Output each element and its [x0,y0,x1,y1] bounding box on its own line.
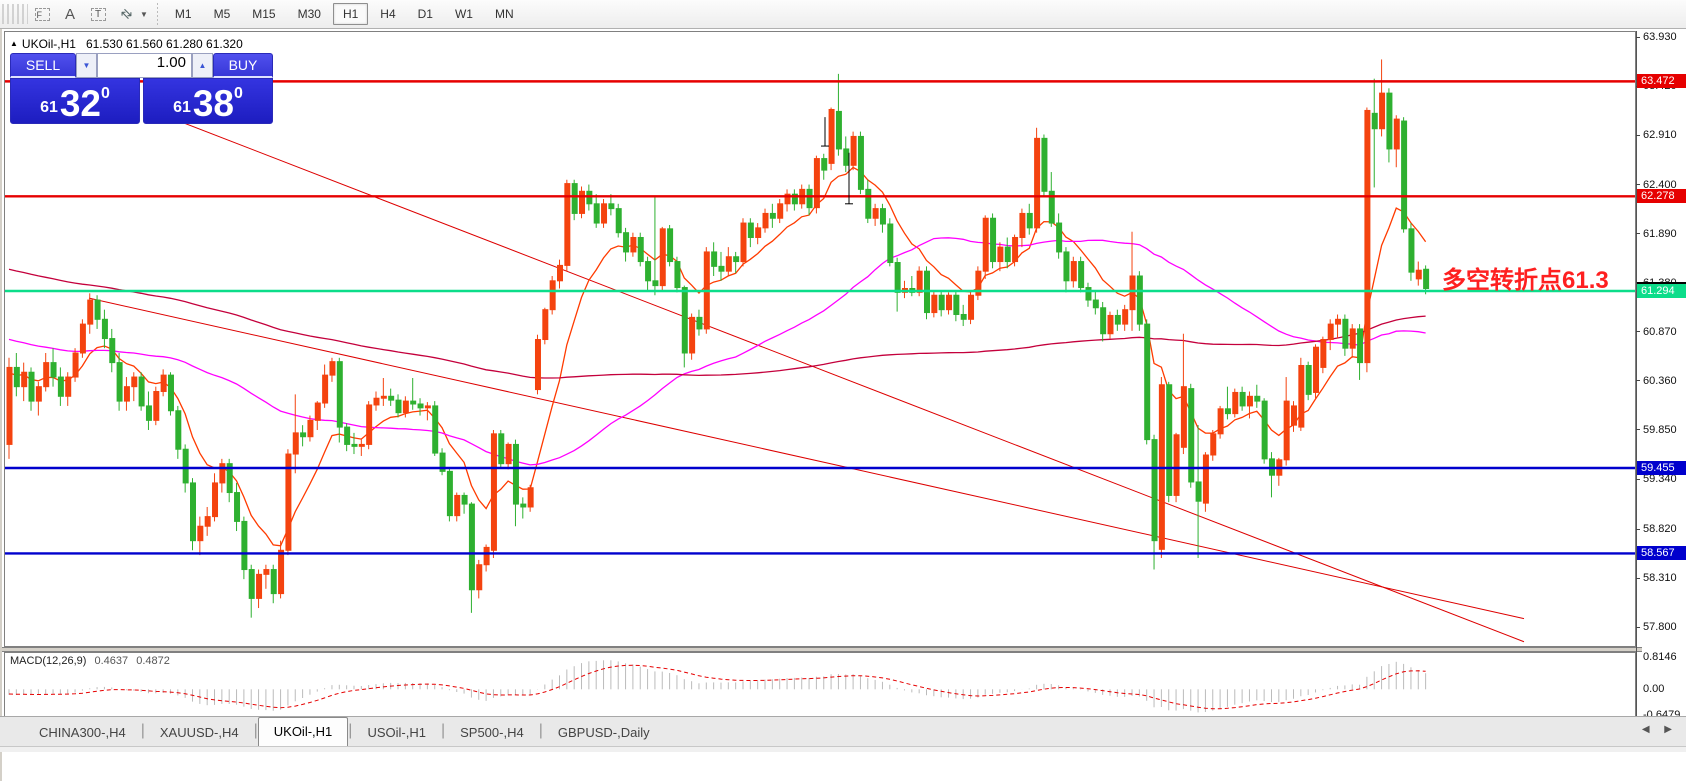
tab-scroll-right-icon[interactable]: ▶ [1664,724,1672,735]
volume-decrease-button[interactable]: ▼ [76,53,97,78]
timeframe-button-mn[interactable]: MN [485,3,524,25]
chevron-down-icon[interactable]: ▼ [140,10,148,19]
y-axis-tick-mark [1636,331,1640,333]
y-axis-tick-mark [1636,36,1640,38]
macd-histogram [8,660,1427,713]
draw-tools-icon[interactable]: ⇄ [113,3,139,25]
status-strip [0,746,1686,752]
y-axis-tick-mark [1636,626,1640,628]
symbol-header: ▲ UKOil-,H1 61.530 61.560 61.280 61.320 [10,37,243,51]
tab-china300-h4[interactable]: CHINA300-,H4 [24,720,141,746]
timeframe-button-m5[interactable]: M5 [204,3,241,25]
tab-gbpusd-daily[interactable]: GBPUSD-,Daily [543,720,665,746]
y-axis-tick: 60.360 [1643,374,1677,387]
y-axis-tick-mark [1636,528,1640,530]
candles [6,59,1430,618]
tab-ukoil-h1[interactable]: UKOil-,H1 [257,717,349,746]
trend-line [88,297,1525,620]
macd-axis-tick: 0.00 [1643,683,1665,696]
timeframe-button-m1[interactable]: M1 [165,3,202,25]
level-price-tag: 58.567 [1637,546,1686,561]
macd-value-main: 0.4637 [94,655,129,667]
timeframe-button-d1[interactable]: D1 [408,3,443,25]
y-axis-tick: 63.930 [1643,31,1677,44]
level-price-tag: 63.472 [1637,74,1686,89]
sell-button[interactable]: SELL [10,53,76,78]
symbol-collapse-icon[interactable]: ▲ [10,39,18,48]
symbol-ohlc-values: 61.530 61.560 61.280 61.320 [85,37,243,51]
sell-price-main: 32 [59,83,102,125]
macd-axis-tick: 0.8146 [1643,650,1677,663]
timeframe-button-m30[interactable]: M30 [288,3,331,25]
text-box-icon[interactable]: T [85,3,111,25]
y-axis-tick: 62.910 [1643,129,1677,142]
level-price-tag: 62.278 [1637,189,1686,204]
chart-tab-bar: CHINA300-,H4 | XAUUSD-,H4 | UKOil-,H1 | USOil-… [0,716,1686,746]
buy-button[interactable]: BUY [213,53,273,78]
sell-price-prefix: 61 [40,99,58,116]
y-axis-tick: 57.800 [1643,621,1677,634]
y-axis-tick: 61.890 [1643,227,1677,240]
buy-price-main: 38 [192,83,235,125]
y-axis-tick-mark [1636,577,1640,579]
timeframe-button-h4[interactable]: H4 [370,3,405,25]
sell-price-pip: 0 [101,85,110,102]
macd-indicator-label: MACD(12,26,9) 0.4637 0.4872 [10,655,175,667]
symbol-name: UKOil-,H1 [21,37,76,51]
tab-usoil-h1[interactable]: USOil-,H1 [352,720,441,746]
tab-scroll-left-icon[interactable]: ◀ [1642,724,1650,735]
y-axis-tick: 60.870 [1643,325,1677,338]
macd-title: MACD(12,26,9) [10,655,87,667]
chart-window: ▲ UKOil-,H1 61.530 61.560 61.280 61.320 SE… [0,29,1686,781]
buy-price-button[interactable]: 61 38 0 [143,78,273,124]
y-axis-tick: 58.310 [1643,572,1677,585]
volume-input[interactable]: 1.00 [97,53,192,78]
tab-xauusd-h4[interactable]: XAUUSD-,H4 [145,720,254,746]
trade-panel: SELL ▼ 1.00 ▲ BUY 61 32 0 61 38 0 [10,53,273,124]
y-axis-tick-mark [1636,233,1640,235]
y-axis-tick-mark [1636,134,1640,136]
macd-chart-canvas[interactable] [4,652,1636,723]
y-axis-tick: 58.820 [1643,523,1677,536]
text-label-icon[interactable]: A [57,3,83,25]
y-axis-tick-mark [1636,380,1640,382]
level-price-tag: 61.294 [1637,284,1686,298]
toolbar-grip[interactable] [2,4,28,24]
y-axis-tick-mark [1636,184,1640,186]
y-axis-tick-mark [1636,478,1640,480]
macd-value-signal: 0.4872 [136,655,170,667]
tab-sp500-h4[interactable]: SP500-,H4 [445,720,539,746]
y-axis-tick-mark [1636,429,1640,431]
toolbar-separator [156,3,158,25]
macd-border [4,652,1636,723]
timeframe-group: M1 M5 M15 M30 H1 H4 D1 W1 MN [164,3,525,25]
volume-increase-button[interactable]: ▲ [192,53,213,78]
tab-scroll-arrows: ◀ ▶ [1630,724,1672,735]
timeframe-button-h1[interactable]: H1 [332,3,369,25]
frame-tool-icon[interactable]: F [29,3,55,25]
y-axis-tick: 59.850 [1643,423,1677,436]
chart-annotation-text: 多空转折点61.3 [1442,267,1609,294]
buy-price-prefix: 61 [173,99,191,116]
timeframe-button-w1[interactable]: W1 [445,3,483,25]
buy-price-pip: 0 [234,85,243,102]
toolbar: F A T ⇄ ▼ M1 M5 M15 M30 H1 H4 D1 W1 MN [0,0,1686,29]
timeframe-button-m15[interactable]: M15 [242,3,285,25]
sell-price-button[interactable]: 61 32 0 [10,78,140,124]
level-price-tag: 59.455 [1637,461,1686,475]
